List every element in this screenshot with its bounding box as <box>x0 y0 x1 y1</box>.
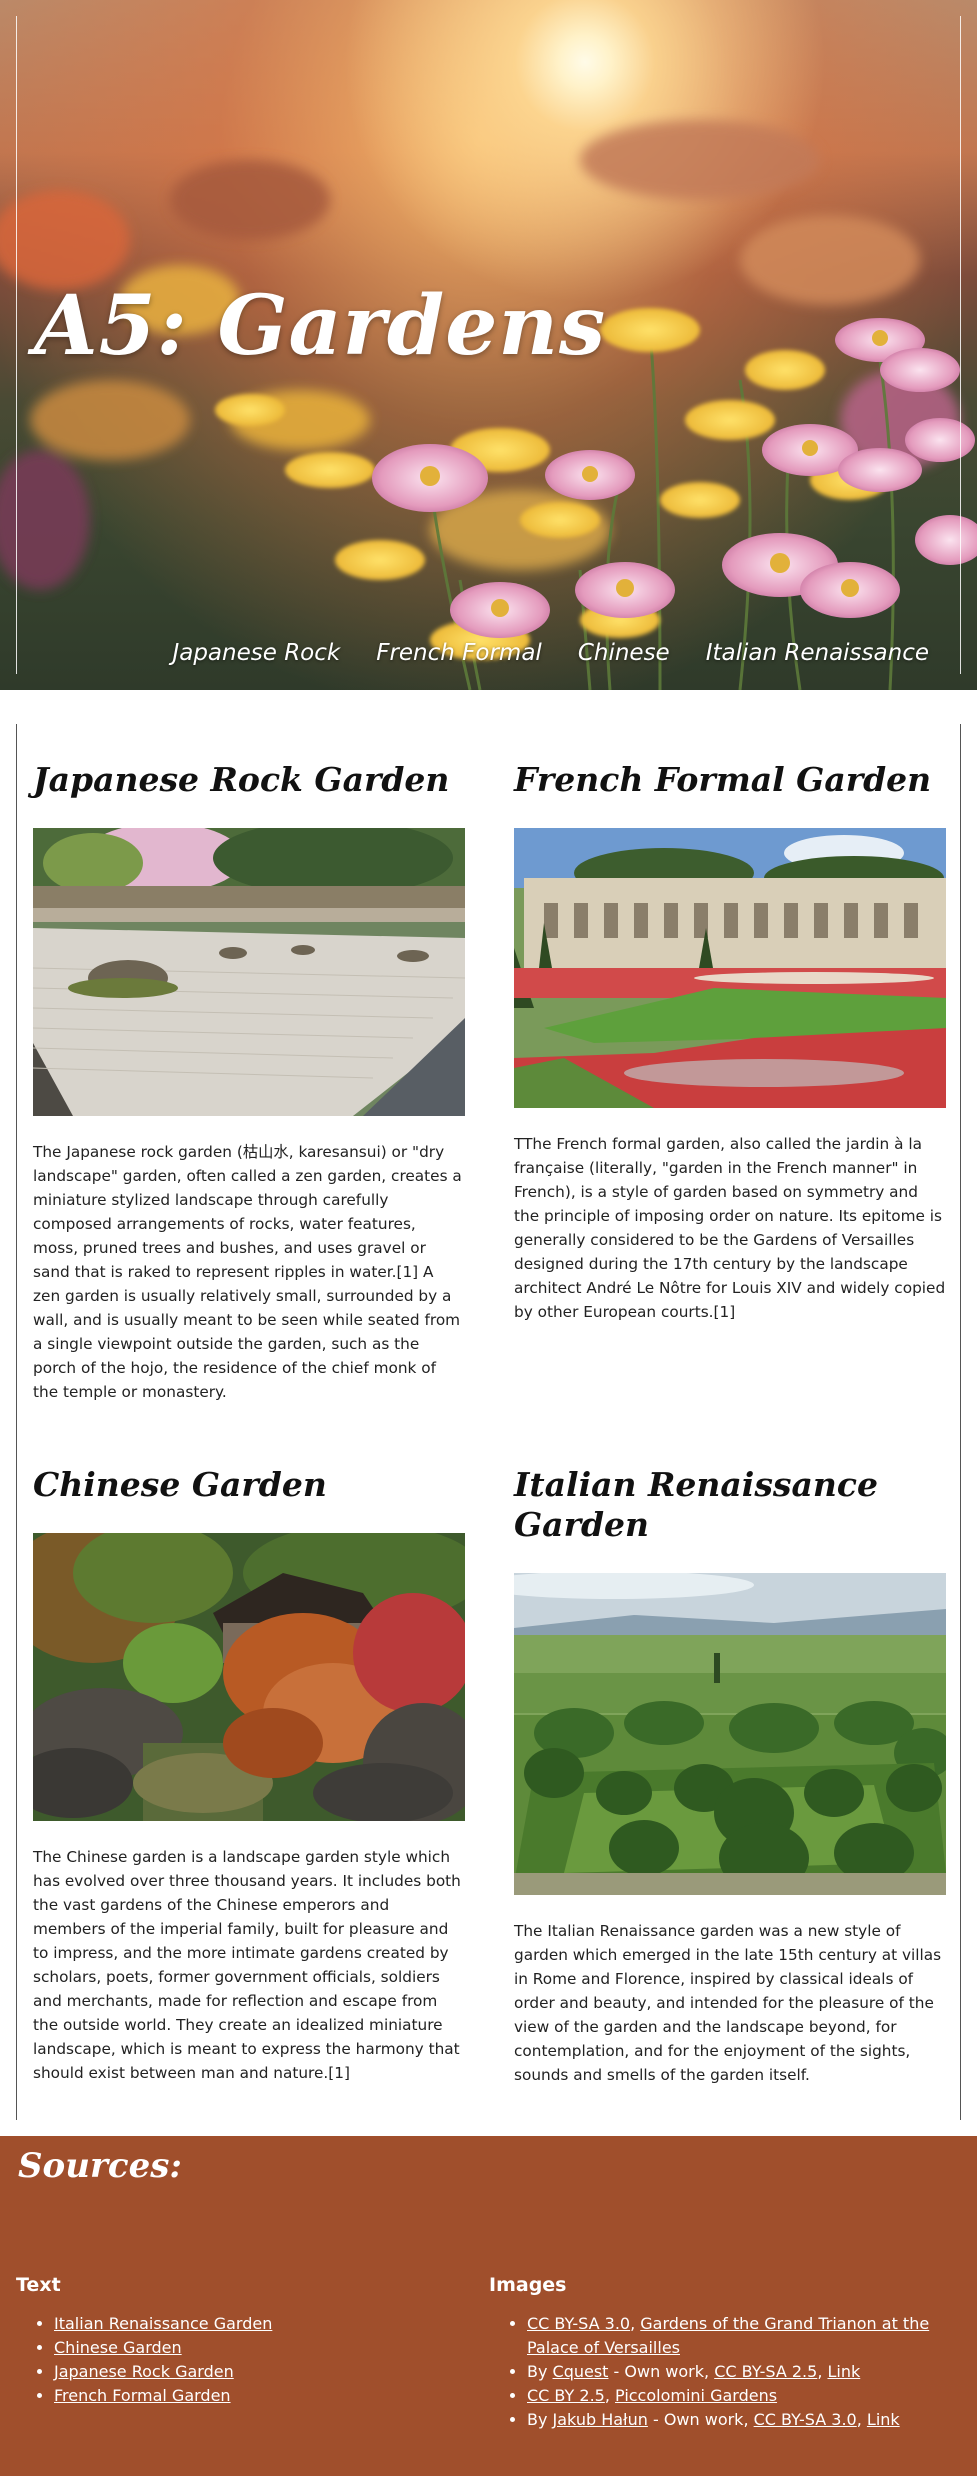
garden-description: TThe French formal garden, also called t… <box>514 1135 946 1321</box>
separator: , <box>856 2410 867 2429</box>
gardens-section: Japanese Rock Garden The Japanese rock g… <box>0 690 977 2120</box>
sources-title: Sources: <box>18 2146 182 2186</box>
source-link-italian[interactable]: Italian Renaissance Garden <box>54 2314 272 2333</box>
site-title: A5: Gardens <box>34 278 607 374</box>
image-sources-list: CC BY-SA 3.0, Gardens of the Grand Trian… <box>489 2312 959 2432</box>
credit-middle: - Own work, <box>608 2362 715 2381</box>
list-item: Japanese Rock Garden <box>54 2360 272 2384</box>
garden-title: Japanese Rock Garden <box>33 760 450 799</box>
credit-prefix: By <box>527 2410 553 2429</box>
license-link[interactable]: CC BY-SA 3.0 <box>527 2314 630 2333</box>
french-formal-garden-photo <box>514 828 946 1108</box>
image-source-link[interactable]: Link <box>827 2362 860 2381</box>
japanese-rock-garden-photo <box>33 828 465 1116</box>
separator: , <box>817 2362 828 2381</box>
garden-card-french: French Formal Garden TThe French formal … <box>514 760 946 1324</box>
list-item: French Formal Garden <box>54 2384 272 2408</box>
list-item: Chinese Garden <box>54 2336 272 2360</box>
italian-renaissance-garden-photo <box>514 1573 946 1895</box>
nav-link-italian-renaissance[interactable]: Italian Renaissance <box>706 640 929 666</box>
author-link[interactable]: Jakub Hałun <box>553 2410 648 2429</box>
nav-link-french-formal[interactable]: French Formal <box>376 640 542 666</box>
source-link-french[interactable]: French Formal Garden <box>54 2386 231 2405</box>
text-sources-heading: Text <box>16 2274 61 2296</box>
garden-description: The Japanese rock garden (枯山水, karesansu… <box>33 1143 462 1401</box>
main-nav: Japanese Rock French Formal Chinese Ital… <box>172 640 929 666</box>
sources-section: Sources: Text Italian Renaissance Garden… <box>0 2136 977 2476</box>
image-source-link[interactable]: Link <box>867 2410 900 2429</box>
image-source-link[interactable]: Piccolomini Gardens <box>615 2386 777 2405</box>
license-link[interactable]: CC BY-SA 2.5 <box>714 2362 817 2381</box>
credit-prefix: By <box>527 2362 553 2381</box>
author-link[interactable]: Cquest <box>553 2362 609 2381</box>
image-sources-column: Images CC BY-SA 3.0, Gardens of the Gran… <box>489 2274 959 2432</box>
list-item: Italian Renaissance Garden <box>54 2312 272 2336</box>
garden-card-japanese: Japanese Rock Garden The Japanese rock g… <box>33 760 465 1404</box>
garden-description: The Italian Renaissance garden was a new… <box>514 1922 942 2084</box>
license-link[interactable]: CC BY-SA 3.0 <box>754 2410 857 2429</box>
text-sources-column: Text Italian Renaissance Garden Chinese … <box>16 2274 272 2408</box>
separator: , <box>604 2386 616 2405</box>
list-item: CC BY 2.5, Piccolomini Gardens <box>527 2384 959 2408</box>
nav-link-chinese[interactable]: Chinese <box>578 640 670 666</box>
license-link[interactable]: CC BY 2.5 <box>527 2386 605 2405</box>
source-link-japanese[interactable]: Japanese Rock Garden <box>54 2362 234 2381</box>
image-sources-heading: Images <box>489 2274 567 2296</box>
list-item: CC BY-SA 3.0, Gardens of the Grand Trian… <box>527 2312 959 2360</box>
chinese-garden-photo <box>33 1533 465 1821</box>
list-item: By Jakub Hałun - Own work, CC BY-SA 3.0,… <box>527 2408 959 2432</box>
garden-title: French Formal Garden <box>514 760 932 799</box>
garden-title: Italian Renaissance Garden <box>514 1465 878 1544</box>
separator: , <box>630 2314 641 2333</box>
garden-card-italian: Italian Renaissance Garden The Italian R… <box>514 1465 946 2087</box>
garden-title: Chinese Garden <box>33 1465 327 1504</box>
list-item: By Cquest - Own work, CC BY-SA 2.5, Link <box>527 2360 959 2384</box>
credit-middle: - Own work, <box>647 2410 754 2429</box>
source-link-chinese[interactable]: Chinese Garden <box>54 2338 182 2357</box>
text-sources-list: Italian Renaissance Garden Chinese Garde… <box>16 2312 272 2408</box>
nav-link-japanese-rock[interactable]: Japanese Rock <box>172 640 340 666</box>
garden-card-chinese: Chinese Garden The Chinese garden is a l… <box>33 1465 465 2085</box>
hero-banner: A5: Gardens Japanese Rock French Formal … <box>0 0 977 690</box>
garden-description: The Chinese garden is a landscape garden… <box>33 1848 461 2082</box>
